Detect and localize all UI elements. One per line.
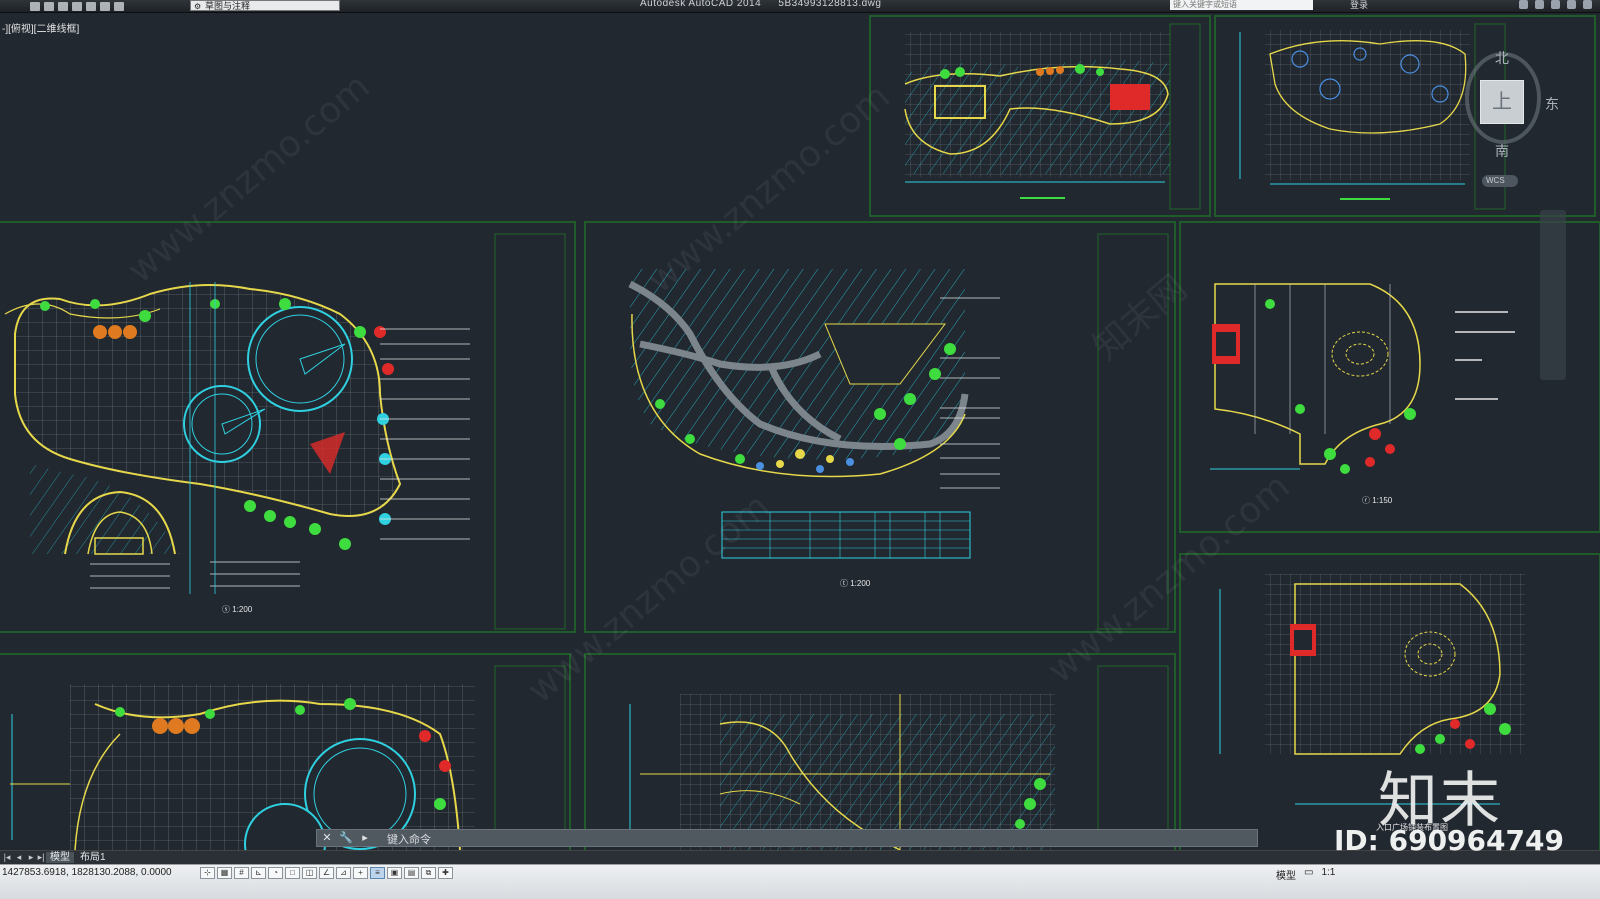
drafting-toggles: ⊹ ▦ # ⊾ ◔ □ ◫ ∠ ⊿ + ≡ ▣ ▤ ⧉ ✚	[200, 867, 453, 879]
viewcube-top-face[interactable]: 上	[1480, 80, 1524, 124]
quick-access-toolbar	[30, 0, 124, 12]
plan-main-center	[628, 269, 1000, 559]
undo-icon[interactable]	[100, 1, 110, 11]
open-file-icon[interactable]	[44, 1, 54, 11]
plan-bottom-left	[10, 684, 475, 850]
next-tab-icon[interactable]: ▸	[26, 852, 36, 862]
object-snap-tracking-icon[interactable]: ∠	[319, 867, 334, 879]
annotation-scale[interactable]: 1:1	[1321, 867, 1335, 882]
save-as-icon[interactable]	[72, 1, 82, 11]
close-icon[interactable]: ✕	[321, 832, 333, 844]
grid-display-icon[interactable]: #	[234, 867, 249, 879]
dynamic-ucs-icon[interactable]: ⊿	[336, 867, 351, 879]
3d-object-snap-icon[interactable]: ◫	[302, 867, 317, 879]
viewcube-east[interactable]: 东	[1545, 94, 1559, 114]
file-name: 5B34993128813.dwg	[778, 0, 882, 9]
wcs-menu[interactable]: WCS	[1482, 175, 1518, 187]
scale-label-left: ⓢ 1:200	[222, 605, 253, 614]
navigation-bar[interactable]	[1540, 210, 1566, 380]
prev-tab-icon[interactable]: ◂	[14, 852, 24, 862]
snap-mode-icon[interactable]: ▦	[217, 867, 232, 879]
scale-label-right: ⓡ 1:150	[1362, 496, 1393, 505]
first-tab-icon[interactable]: |◂	[2, 852, 12, 862]
coordinates-display[interactable]: 1427853.6918, 1828130.2088, 0.0000	[2, 867, 172, 878]
scale-value: 1:200	[232, 605, 253, 614]
transparency-icon[interactable]: ▣	[387, 867, 402, 879]
status-right: 模型 ▭ 1:1	[1276, 867, 1335, 882]
selection-cycling-icon[interactable]: ⧉	[421, 867, 436, 879]
annotation-monitor-icon[interactable]: ✚	[438, 867, 453, 879]
plan-top-b	[1239, 30, 1470, 200]
polar-tracking-icon[interactable]: ◔	[268, 867, 283, 879]
viewport-controls-label[interactable]: -][俯视][二维线框]	[2, 20, 79, 35]
scale-value: 1:200	[850, 579, 871, 588]
exchange-icon[interactable]	[1519, 0, 1528, 9]
window-title: Autodesk AutoCAD 2014 5B34993128813.dwg	[640, 0, 895, 9]
save-icon[interactable]	[58, 1, 68, 11]
lineweight-icon[interactable]: ≡	[370, 867, 385, 879]
login-button[interactable]: 登录	[1350, 0, 1368, 11]
command-history-icon[interactable]: ▸	[359, 832, 371, 844]
infer-constraints-icon[interactable]: ⊹	[200, 867, 215, 879]
object-snap-icon[interactable]: □	[285, 867, 300, 879]
watermark-id: ID: 690964749	[1334, 824, 1564, 857]
app-name: Autodesk AutoCAD 2014	[640, 0, 762, 9]
title-bar: 草图与注释 Autodesk AutoCAD 2014 5B3499312881…	[0, 0, 1600, 13]
minimize-icon[interactable]	[1551, 0, 1560, 9]
model-space-button[interactable]: 模型	[1276, 867, 1296, 882]
quick-properties-icon[interactable]: ▤	[404, 867, 419, 879]
print-icon[interactable]	[86, 1, 96, 11]
command-input[interactable]: 键入命令	[387, 831, 431, 847]
help-icon[interactable]	[1535, 0, 1544, 9]
plan-bottom-center	[629, 694, 1055, 850]
dynamic-input-icon[interactable]: +	[353, 867, 368, 879]
tab-layout1[interactable]: 布局1	[76, 852, 110, 863]
close-icon[interactable]	[1583, 0, 1592, 9]
command-line[interactable]: ✕ 🔧 ▸ 键入命令	[316, 829, 1258, 847]
help-search-input[interactable]: 键入关键字或短语	[1170, 0, 1313, 10]
new-file-icon[interactable]	[30, 1, 40, 11]
scale-value: 1:150	[1372, 496, 1393, 505]
plan-top-a	[904, 32, 1170, 199]
plan-main-left	[4, 282, 470, 594]
workspace-dropdown[interactable]: 草图与注释	[190, 0, 340, 12]
last-tab-icon[interactable]: ▸|	[36, 852, 46, 862]
tab-model[interactable]: 模型	[46, 852, 74, 863]
redo-icon[interactable]	[114, 1, 124, 11]
wrench-icon[interactable]: 🔧	[339, 832, 353, 844]
scale-label-center: ⓣ 1:200	[840, 579, 871, 588]
viewcube-south[interactable]: 南	[1495, 141, 1509, 161]
status-bar: 1427853.6918, 1828130.2088, 0.0000 ⊹ ▦ #…	[0, 864, 1600, 899]
plan-right-middle	[1210, 283, 1515, 474]
window-controls	[1519, 0, 1592, 9]
layout-icon[interactable]: ▭	[1304, 867, 1313, 882]
maximize-icon[interactable]	[1567, 0, 1576, 9]
ortho-mode-icon[interactable]: ⊾	[251, 867, 266, 879]
viewcube-north[interactable]: 北	[1495, 48, 1509, 68]
